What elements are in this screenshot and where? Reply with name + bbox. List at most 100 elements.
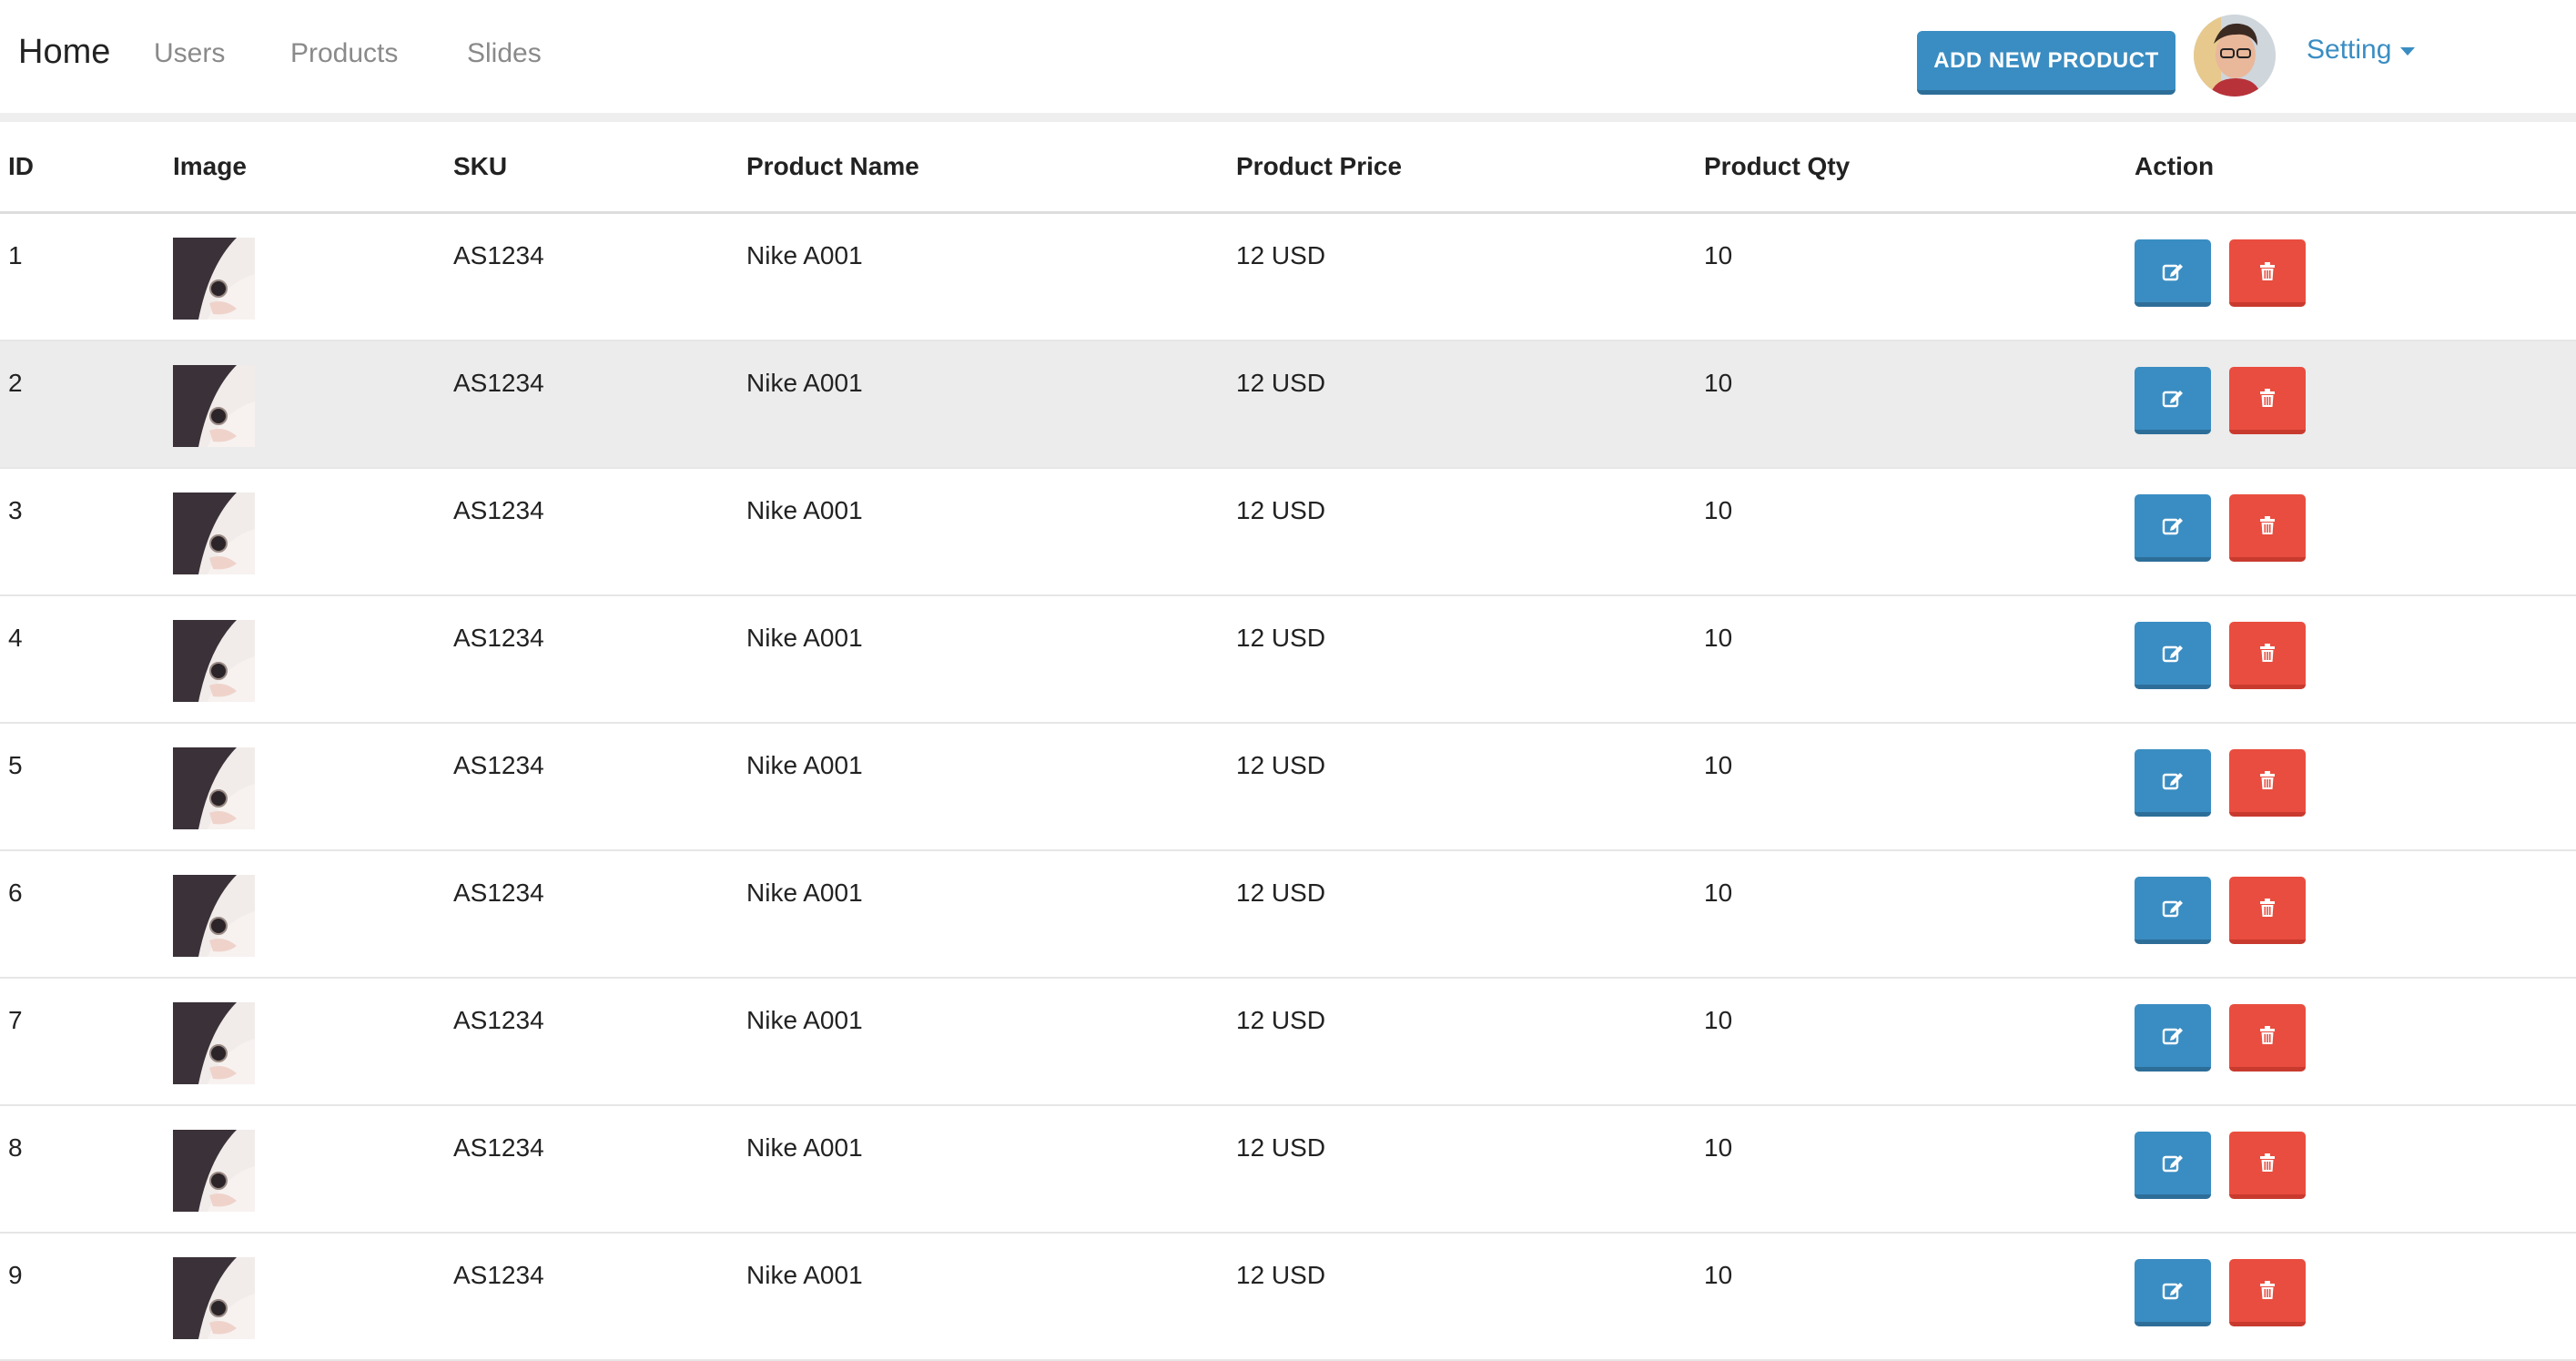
cell-product-name: Nike A001 (738, 1104, 1228, 1234)
delete-button[interactable] (2229, 239, 2306, 307)
cell-image (165, 1104, 445, 1234)
user-avatar[interactable] (2194, 15, 2276, 96)
cell-sku: AS1234 (445, 977, 738, 1106)
cell-id: 9 (0, 1232, 165, 1361)
delete-button[interactable] (2229, 366, 2306, 434)
cell-sku: AS1234 (445, 722, 738, 851)
trash-icon (2260, 1153, 2275, 1172)
cell-product-qty: 10 (1696, 594, 2126, 724)
cell-product-name: Nike A001 (738, 212, 1228, 341)
table-row: 3 AS1234 Nike A001 12 USD 10 (0, 467, 2576, 596)
edit-button[interactable] (2135, 748, 2211, 817)
cell-action (2126, 340, 2576, 469)
cell-image (165, 212, 445, 341)
delete-button[interactable] (2229, 1003, 2306, 1072)
edit-icon (2162, 645, 2183, 663)
product-thumbnail (173, 747, 255, 829)
header-id: ID (0, 122, 165, 214)
cell-action (2126, 212, 2576, 341)
edit-icon (2162, 1028, 2183, 1045)
cell-id: 8 (0, 1104, 165, 1234)
delete-button[interactable] (2229, 748, 2306, 817)
product-thumbnail (173, 492, 255, 574)
cell-action (2126, 977, 2576, 1106)
product-thumbnail (173, 364, 255, 447)
trash-icon (2260, 261, 2275, 280)
cell-product-price: 12 USD (1228, 1104, 1696, 1234)
cell-product-price: 12 USD (1228, 212, 1696, 341)
caret-down-icon (2400, 46, 2416, 56)
trash-icon (2260, 389, 2275, 407)
cell-product-qty: 10 (1696, 1104, 2126, 1234)
setting-dropdown[interactable]: Setting (2307, 35, 2416, 66)
product-thumbnail (173, 1256, 255, 1339)
cell-product-qty: 10 (1696, 849, 2126, 979)
nav-slides-link[interactable]: Slides (467, 38, 542, 69)
edit-button[interactable] (2135, 1258, 2211, 1326)
edit-button[interactable] (2135, 1131, 2211, 1199)
nav-home-link[interactable]: Home (18, 33, 110, 72)
table-row: 9 AS1234 Nike A001 12 USD 10 (0, 1232, 2576, 1361)
cell-product-name: Nike A001 (738, 722, 1228, 851)
cell-image (165, 977, 445, 1106)
edit-button[interactable] (2135, 366, 2211, 434)
edit-button[interactable] (2135, 493, 2211, 562)
cell-product-price: 12 USD (1228, 1232, 1696, 1361)
top-navbar: Home Users Products Slides ADD NEW PRODU… (0, 0, 2576, 122)
cell-product-price: 12 USD (1228, 467, 1696, 596)
table-row: 8 AS1234 Nike A001 12 USD 10 (0, 1104, 2576, 1234)
cell-id: 1 (0, 212, 165, 341)
cell-product-name: Nike A001 (738, 594, 1228, 724)
edit-icon (2162, 1283, 2183, 1300)
table-row: 7 AS1234 Nike A001 12 USD 10 (0, 977, 2576, 1106)
trash-icon (2260, 516, 2275, 534)
setting-label: Setting (2307, 35, 2392, 65)
header-product-price: Product Price (1228, 122, 1696, 214)
delete-button[interactable] (2229, 493, 2306, 562)
edit-icon (2162, 518, 2183, 535)
cell-action (2126, 594, 2576, 724)
nav-products-link[interactable]: Products (290, 38, 398, 69)
table-row: 6 AS1234 Nike A001 12 USD 10 (0, 849, 2576, 979)
cell-image (165, 1232, 445, 1361)
product-thumbnail (173, 1001, 255, 1084)
cell-sku: AS1234 (445, 340, 738, 469)
cell-product-qty: 10 (1696, 977, 2126, 1106)
edit-button[interactable] (2135, 621, 2211, 689)
delete-button[interactable] (2229, 1258, 2306, 1326)
cell-id: 5 (0, 722, 165, 851)
cell-id: 4 (0, 594, 165, 724)
product-thumbnail (173, 238, 255, 320)
cell-product-name: Nike A001 (738, 977, 1228, 1106)
cell-image (165, 849, 445, 979)
product-thumbnail (173, 874, 255, 957)
delete-button[interactable] (2229, 621, 2306, 689)
cell-sku: AS1234 (445, 594, 738, 724)
nav-users-link[interactable]: Users (154, 38, 225, 69)
edit-button[interactable] (2135, 239, 2211, 307)
cell-product-qty: 10 (1696, 212, 2126, 341)
header-product-name: Product Name (738, 122, 1228, 214)
header-action: Action (2126, 122, 2576, 214)
edit-button[interactable] (2135, 1003, 2211, 1072)
cell-image (165, 594, 445, 724)
cell-product-qty: 10 (1696, 1232, 2126, 1361)
cell-sku: AS1234 (445, 1104, 738, 1234)
cell-product-price: 12 USD (1228, 594, 1696, 724)
cell-action (2126, 1232, 2576, 1361)
cell-sku: AS1234 (445, 849, 738, 979)
trash-icon (2260, 1281, 2275, 1299)
delete-button[interactable] (2229, 1131, 2306, 1199)
cell-product-name: Nike A001 (738, 340, 1228, 469)
edit-icon (2162, 391, 2183, 408)
table-row: 2 AS1234 Nike A001 12 USD 10 (0, 340, 2576, 469)
cell-product-price: 12 USD (1228, 340, 1696, 469)
cell-product-qty: 10 (1696, 467, 2126, 596)
delete-button[interactable] (2229, 876, 2306, 944)
edit-button[interactable] (2135, 876, 2211, 944)
add-new-product-button[interactable]: ADD NEW PRODUCT (1917, 31, 2175, 95)
products-table: ID Image SKU Product Name Product Price … (0, 122, 2576, 1361)
cell-id: 3 (0, 467, 165, 596)
cell-action (2126, 1104, 2576, 1234)
trash-icon (2260, 771, 2275, 789)
